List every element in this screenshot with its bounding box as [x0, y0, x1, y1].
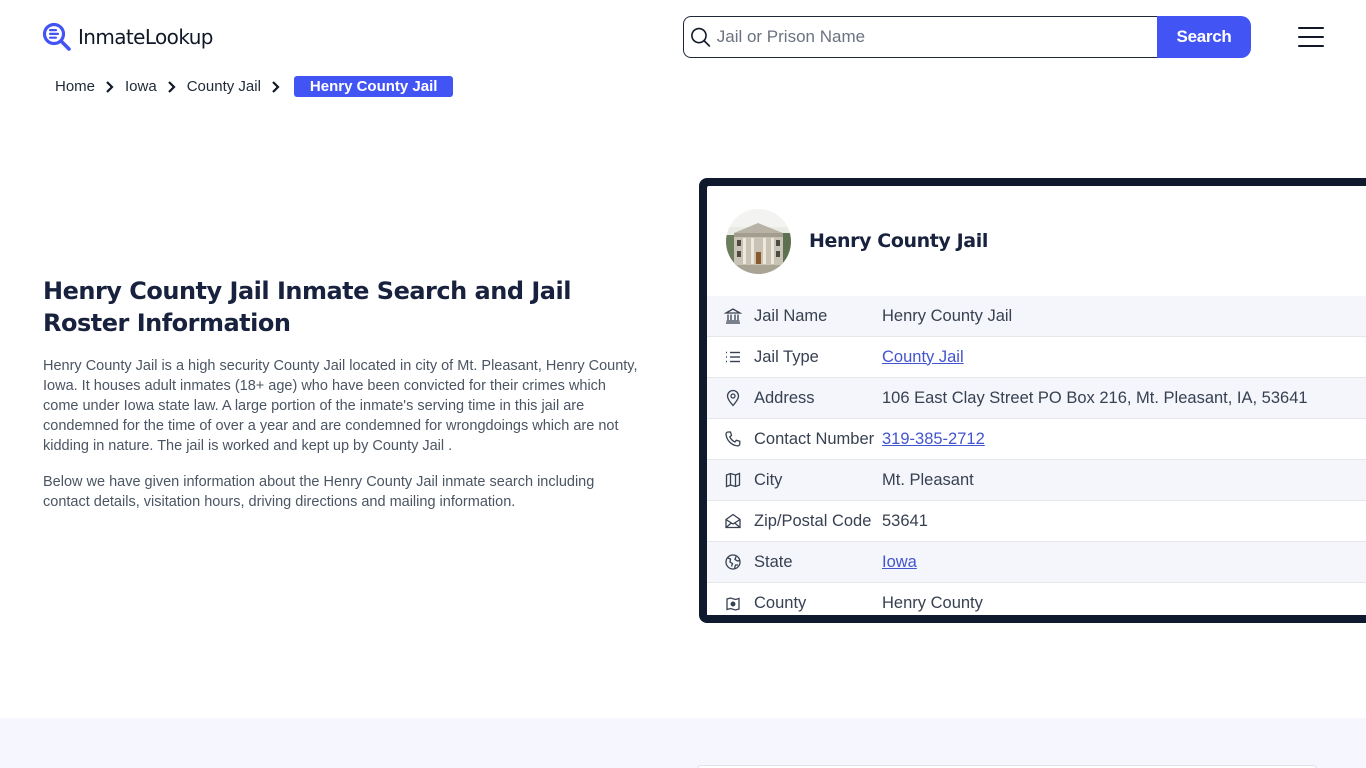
jail-type-link[interactable]: County Jail: [882, 348, 964, 366]
row-value: Henry County: [882, 594, 983, 612]
row-value: 53641: [882, 511, 928, 530]
description-paragraph: Below we have given information about th…: [43, 474, 595, 510]
search-field: [683, 16, 1157, 58]
breadcrumb-current: Henry County Jail: [293, 76, 454, 97]
info-row-city: City Mt. Pleasant: [707, 460, 1366, 501]
menu-line: [1298, 45, 1324, 47]
logo-text: InmateLookup: [78, 25, 213, 49]
info-row-address: Address 106 East Clay Street PO Box 216,…: [707, 378, 1366, 419]
globe-icon: [725, 554, 741, 570]
phone-link[interactable]: 319-385-2712: [882, 430, 985, 448]
row-label: City: [754, 470, 783, 489]
chevron-right-icon: [167, 80, 176, 93]
page-title: Henry County Jail Inmate Search and Jail…: [43, 277, 571, 337]
search-icon: [691, 27, 711, 47]
info-table: Jail Name Henry County Jail Jail Type Co…: [707, 296, 1366, 615]
map-icon: [725, 472, 741, 488]
info-row-contact-number: Contact Number 319-385-2712: [707, 419, 1366, 460]
hamburger-menu-button[interactable]: [1298, 27, 1324, 47]
row-value: 106 East Clay Street PO Box 216, Mt. Ple…: [882, 388, 1308, 407]
card-header: Henry County Jail: [707, 186, 1366, 296]
breadcrumb-state[interactable]: Iowa: [125, 78, 157, 95]
search-button[interactable]: Search: [1157, 16, 1251, 58]
next-section-background: [0, 718, 1366, 768]
row-label: Jail Type: [754, 347, 819, 366]
menu-line: [1298, 36, 1324, 38]
map-pin-icon: [726, 389, 740, 407]
description-paragraph: Henry County Jail is a high security Cou…: [43, 358, 638, 454]
info-row-jail-type: Jail Type County Jail: [707, 337, 1366, 378]
info-row-county: County Henry County: [707, 583, 1366, 615]
breadcrumb: Home Iowa County Jail Henry County Jail: [55, 76, 454, 97]
row-label: County: [754, 594, 807, 612]
menu-line: [1298, 27, 1324, 29]
row-label: Zip/Postal Code: [754, 511, 872, 530]
chevron-right-icon: [106, 80, 114, 93]
row-label: Address: [754, 388, 815, 407]
search-form: Search: [683, 16, 1251, 58]
building-columns-icon: [724, 308, 742, 324]
row-label: Contact Number: [754, 429, 875, 448]
county-map-icon: [726, 596, 740, 611]
jail-info-card: Henry County Jail Jail Name Henry County…: [699, 178, 1366, 623]
breadcrumb-home[interactable]: Home: [55, 78, 95, 95]
phone-icon: [725, 431, 741, 447]
logo-link[interactable]: InmateLookup: [42, 22, 213, 52]
row-label: State: [754, 552, 793, 571]
intro-section: Henry County Jail Inmate Search and Jail…: [43, 275, 643, 512]
jail-avatar: [726, 208, 791, 274]
state-link[interactable]: Iowa: [882, 553, 917, 571]
building-photo-icon: [726, 208, 791, 274]
list-icon: [726, 351, 740, 363]
info-row-jail-name: Jail Name Henry County Jail: [707, 296, 1366, 337]
logo-magnifier-icon: [42, 22, 71, 51]
mail-open-icon: [725, 513, 741, 529]
card-title: Henry County Jail: [809, 230, 988, 252]
breadcrumb-jail-type[interactable]: County Jail: [187, 78, 261, 95]
row-label: Jail Name: [754, 306, 828, 325]
chevron-right-icon: [272, 80, 280, 93]
info-row-state: State Iowa: [707, 542, 1366, 583]
row-value: Mt. Pleasant: [882, 470, 974, 489]
row-value: Henry County Jail: [882, 306, 1013, 325]
search-input[interactable]: [716, 27, 1157, 47]
info-row-zip: Zip/Postal Code 53641: [707, 501, 1366, 542]
